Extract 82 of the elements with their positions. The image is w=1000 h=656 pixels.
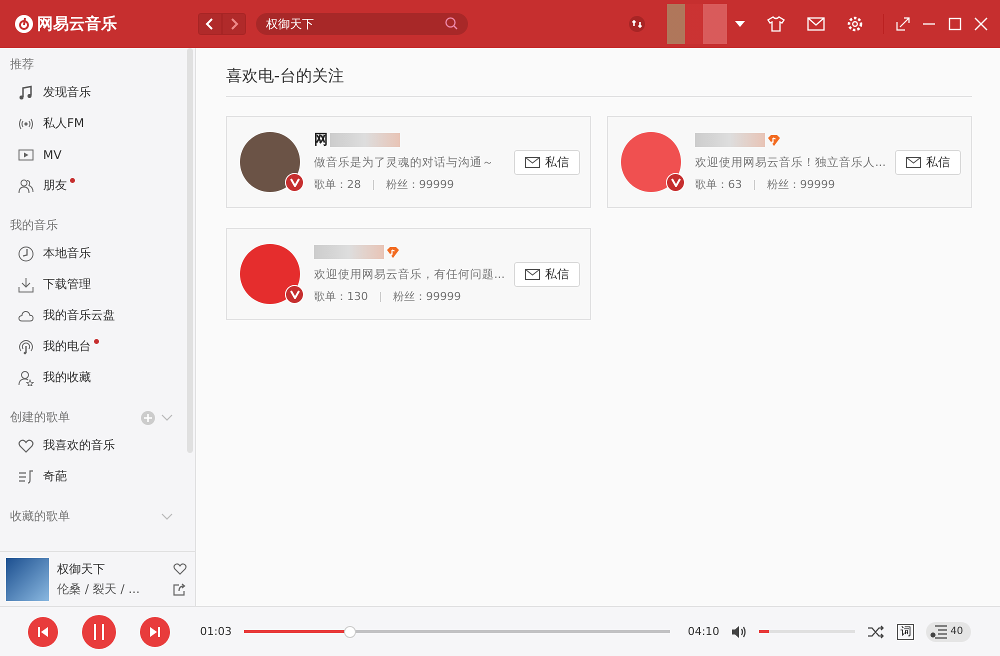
search-icon xyxy=(445,17,458,30)
mini-mode-icon[interactable] xyxy=(896,17,910,31)
fans-count: 粉丝：99999 xyxy=(767,177,835,192)
fans-count: 粉丝：99999 xyxy=(386,177,454,192)
sidebar-item[interactable]: 私人FM xyxy=(0,108,195,139)
sidebar-item[interactable]: 下载管理 xyxy=(0,269,195,300)
sidebar-item[interactable]: 我的电台 xyxy=(0,331,195,362)
mail-icon xyxy=(525,268,540,280)
chevron-left-icon xyxy=(205,18,215,30)
playlist-queue-button[interactable]: 40 xyxy=(926,622,972,642)
share-icon[interactable] xyxy=(173,583,186,596)
section-title: 收藏的歌单 xyxy=(10,508,70,525)
music-icon xyxy=(18,84,34,100)
fans-count: 粉丝：99999 xyxy=(393,289,461,304)
sidebar-item[interactable]: 我的收藏 xyxy=(0,362,195,393)
podcast-icon xyxy=(18,338,34,354)
lyrics-button[interactable]: 词 xyxy=(897,624,914,640)
sidebar-item[interactable]: 发现音乐 xyxy=(0,77,195,108)
close-icon[interactable] xyxy=(974,17,988,31)
playlist-count: 歌单：63 xyxy=(695,177,742,192)
sidebar-item[interactable]: 奇葩 xyxy=(0,461,195,492)
sidebar-item[interactable]: 我的音乐云盘 xyxy=(0,300,195,331)
forward-button[interactable] xyxy=(222,13,246,35)
skip-back-icon xyxy=(37,626,49,638)
settings-icon[interactable] xyxy=(847,16,863,32)
message-button[interactable]: 私信 xyxy=(895,150,961,174)
playlist-count: 歌单：130 xyxy=(314,289,368,304)
total-time: 04:10 xyxy=(688,625,720,638)
artist-names: 伦桑 / 裂天 / ... xyxy=(57,580,141,598)
shuffle-icon[interactable] xyxy=(867,624,886,638)
star-user-icon xyxy=(18,370,34,386)
skip-forward-icon xyxy=(149,626,161,638)
page-title: 喜欢电-台的关注 xyxy=(226,66,972,97)
search-field[interactable]: 权御天下 xyxy=(256,13,468,35)
elapsed-time: 01:03 xyxy=(200,625,232,638)
sidebar-item[interactable]: 我喜欢的音乐 xyxy=(0,430,195,461)
back-button[interactable] xyxy=(198,13,222,35)
caret-icon[interactable] xyxy=(735,21,745,27)
next-button[interactable] xyxy=(140,616,170,646)
volume-icon[interactable] xyxy=(731,624,748,638)
mail-icon[interactable] xyxy=(807,17,825,31)
message-button[interactable]: 私信 xyxy=(514,262,580,286)
pixelated-name xyxy=(314,245,384,259)
previous-button[interactable] xyxy=(28,616,58,646)
section-title: 创建的歌单 xyxy=(10,409,70,426)
sidebar-item[interactable]: MV xyxy=(0,139,195,170)
heart-icon xyxy=(18,438,34,454)
queue-count: 40 xyxy=(950,626,964,637)
pixelated-name xyxy=(695,133,765,147)
user-name[interactable]: 网 xyxy=(314,131,328,149)
playlist-icon xyxy=(18,468,34,484)
progress-thumb[interactable] xyxy=(344,626,356,638)
song-title: 权御天下 xyxy=(57,560,106,578)
section-title: 我的音乐 xyxy=(10,217,58,234)
verified-badge-icon xyxy=(666,173,685,192)
scrollbar[interactable] xyxy=(187,48,193,453)
pause-button[interactable] xyxy=(82,614,116,648)
app-logo-text: 网易云音乐 xyxy=(37,14,117,34)
friends-icon xyxy=(18,178,34,194)
verified-badge-icon xyxy=(285,285,304,304)
playlist-count: 歌单：28 xyxy=(314,177,361,192)
video-icon xyxy=(18,146,34,162)
sidebar-item[interactable]: 朋友 xyxy=(0,170,195,201)
mail-icon xyxy=(906,156,921,168)
logo-icon xyxy=(14,14,34,34)
chevron-right-icon xyxy=(229,18,239,30)
pause-icon xyxy=(92,622,106,640)
maximize-icon[interactable] xyxy=(948,17,962,31)
sync-icon[interactable] xyxy=(629,16,645,32)
message-button[interactable]: 私信 xyxy=(514,150,580,174)
section-title: 推荐 xyxy=(10,56,34,73)
album-cover-placeholder[interactable] xyxy=(6,558,49,600)
mail-icon xyxy=(525,156,540,168)
verified-badge-icon xyxy=(285,173,304,192)
download-icon xyxy=(18,276,34,292)
pixelated-name xyxy=(330,133,400,147)
clock-icon xyxy=(18,246,34,262)
tshirt-icon[interactable] xyxy=(767,16,785,32)
heart-icon[interactable] xyxy=(173,562,187,575)
user-bio: 做音乐是为了灵魂的对话与沟通～ xyxy=(314,155,495,170)
playlist-icon xyxy=(930,624,948,640)
sidebar-item[interactable]: 本地音乐 xyxy=(0,238,195,269)
